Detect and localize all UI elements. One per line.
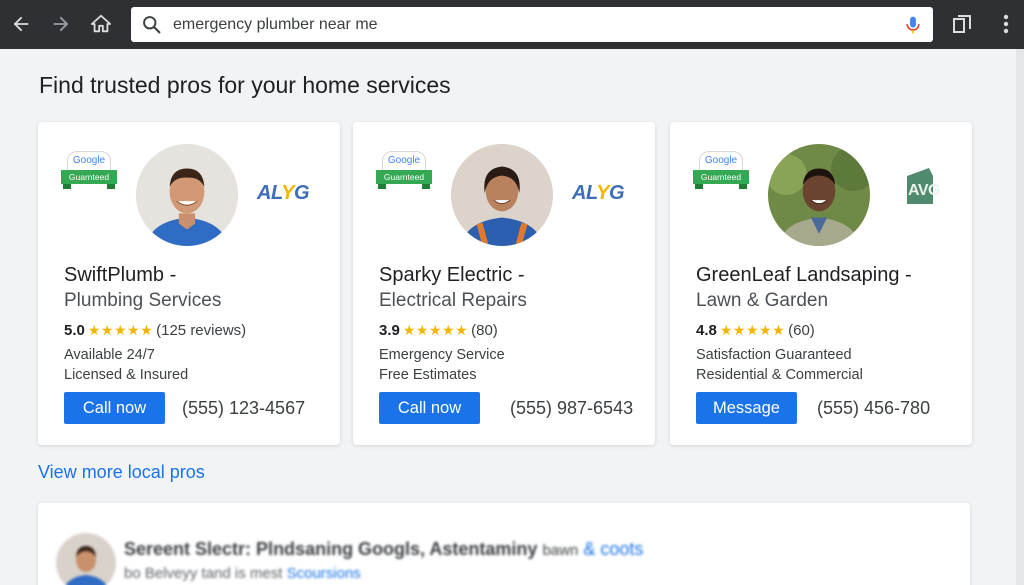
search-query[interactable]: emergency plumber near me xyxy=(173,7,378,42)
business-name[interactable]: SwiftPlumb - xyxy=(64,264,176,287)
star-icon: ★★★★★ xyxy=(402,322,469,338)
brand-logo: ALYG xyxy=(572,182,625,204)
pro-card-swiftplumb[interactable]: Google Guarnteed ALYG SwiftPlumb - Plumb… xyxy=(38,122,340,445)
brand-logo: ALYG xyxy=(257,182,310,204)
feature-1: Available 24/7 xyxy=(64,347,155,363)
star-icon: ★★★★★ xyxy=(719,322,786,338)
feature-1: Satisfaction Guaranteed xyxy=(696,347,852,363)
business-category: Lawn & Garden xyxy=(696,290,829,311)
address-bar[interactable]: emergency plumber near me xyxy=(131,7,933,42)
avatar xyxy=(768,144,870,246)
pro-card-greenleaf[interactable]: Google Guarnteed AVG GreenLeaf Landsapin… xyxy=(670,122,972,445)
home-button[interactable] xyxy=(88,11,114,37)
menu-dots-icon[interactable] xyxy=(994,12,1018,36)
avatar xyxy=(451,144,553,246)
business-category: Electrical Repairs xyxy=(379,290,527,311)
google-guaranteed-badge: Google Guarnteed xyxy=(693,148,749,196)
home-icon xyxy=(90,14,112,33)
business-name[interactable]: Sparky Electric - xyxy=(379,264,525,287)
forward-arrow-icon xyxy=(53,16,69,32)
blurred-result-card[interactable]: Sereent Slectr: Plndsaning Googls, Asten… xyxy=(38,503,970,585)
page-title: Find trusted pros for your home services xyxy=(39,72,451,98)
rating: 5.0 ★★★★★ (125 reviews) xyxy=(64,322,247,339)
phone-number[interactable]: (555) 123-4567 xyxy=(182,398,305,419)
brand-logo: AVG xyxy=(908,182,940,199)
phone-number[interactable]: (555) 987-6543 xyxy=(510,398,633,419)
search-icon xyxy=(143,16,161,34)
pro-card-sparky-electric[interactable]: Google Guarnteed ALYG Sparky Electric - … xyxy=(353,122,655,445)
star-icon: ★★★★★ xyxy=(87,322,154,338)
result-snippet: bo Belveyy tand is mest Scoursions xyxy=(124,565,361,582)
view-more-link[interactable]: View more local pros xyxy=(38,462,205,483)
rating: 4.8 ★★★★★ (60) xyxy=(696,322,815,339)
microphone-icon[interactable] xyxy=(903,14,923,36)
message-button[interactable]: Message xyxy=(696,392,797,424)
google-guaranteed-badge: Google Guarnteed xyxy=(376,148,432,196)
feature-2: Licensed & Insured xyxy=(64,367,189,383)
back-arrow-icon xyxy=(13,16,29,32)
google-guaranteed-badge: Google Guarnteed xyxy=(61,148,117,196)
scrollbar[interactable] xyxy=(1016,49,1024,585)
phone-number[interactable]: (555) 456-780 xyxy=(817,398,930,419)
feature-2: Residential & Commercial xyxy=(696,367,863,383)
browser-toolbar: emergency plumber near me xyxy=(0,0,1024,49)
avatar xyxy=(136,144,238,246)
business-name[interactable]: GreenLeaf Landsaping - xyxy=(696,264,912,287)
feature-2: Free Estimates xyxy=(379,367,477,383)
rating: 3.9 ★★★★★ (80) xyxy=(379,322,498,339)
back-button[interactable] xyxy=(8,11,34,37)
avatar xyxy=(56,533,116,585)
feature-1: Emergency Service xyxy=(379,347,505,363)
result-title[interactable]: Sereent Slectr: Plndsaning Googls, Asten… xyxy=(124,539,643,560)
business-category: Plumbing Services xyxy=(64,290,222,311)
call-now-button[interactable]: Call now xyxy=(64,392,165,424)
forward-button[interactable] xyxy=(48,11,74,37)
tab-switcher-icon[interactable] xyxy=(950,12,974,36)
call-now-button[interactable]: Call now xyxy=(379,392,480,424)
